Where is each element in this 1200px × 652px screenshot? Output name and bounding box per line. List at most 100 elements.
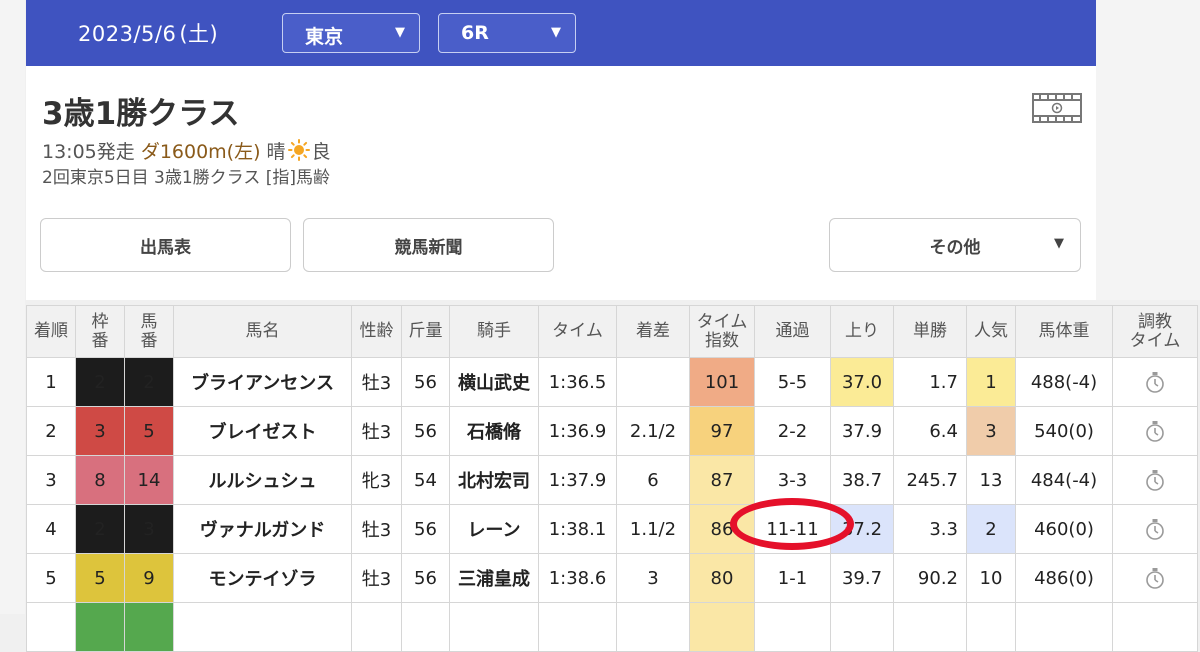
jockey-link[interactable]: 石橋脩 bbox=[449, 406, 539, 456]
margin-cell: 3 bbox=[616, 553, 690, 603]
margin-cell: 1.1/2 bbox=[616, 504, 690, 554]
index-cell: 97 bbox=[689, 406, 755, 456]
col-weight[interactable]: 斤量 bbox=[401, 305, 450, 358]
table-row: 1 2 2 ブライアンセンス 牡3 56 横山武史 1:36.5 101 5-5… bbox=[26, 357, 1198, 407]
last-cell: 39.7 bbox=[830, 553, 894, 603]
passing-cell: 5-5 bbox=[754, 357, 831, 407]
rank-cell: 4 bbox=[26, 504, 76, 554]
umaban-cell: 2 bbox=[124, 357, 174, 407]
waku-cell bbox=[75, 602, 125, 652]
jockey-link[interactable]: レーン bbox=[449, 504, 539, 554]
waku-cell: 2 bbox=[75, 357, 125, 407]
sunny-weather-icon bbox=[287, 139, 310, 161]
training-cell[interactable] bbox=[1112, 504, 1198, 554]
weather-label: 晴 bbox=[266, 141, 286, 163]
stopwatch-icon bbox=[1146, 470, 1164, 491]
rank-cell: 2 bbox=[26, 406, 76, 456]
race-date: 2023/5/6 (土) bbox=[78, 18, 218, 48]
col-waku[interactable]: 枠 番 bbox=[75, 305, 125, 358]
others-dropdown[interactable]: その他 ▼ bbox=[829, 218, 1081, 272]
stopwatch-icon bbox=[1146, 421, 1164, 442]
track-condition: 良 bbox=[311, 141, 331, 163]
waku-cell: 8 bbox=[75, 455, 125, 505]
time-cell: 1:37.9 bbox=[538, 455, 617, 505]
horse-name-link[interactable]: ブレイゼスト bbox=[173, 406, 352, 456]
empty-cell bbox=[616, 602, 690, 652]
margin-cell: 2.1/2 bbox=[616, 406, 690, 456]
col-body[interactable]: 馬体重 bbox=[1015, 305, 1113, 358]
race-number-select[interactable]: 6R ▼ bbox=[438, 13, 576, 53]
training-cell[interactable] bbox=[1112, 553, 1198, 603]
waku-cell: 5 bbox=[75, 553, 125, 603]
jockey-link[interactable]: 北村宏司 bbox=[449, 455, 539, 505]
horse-name-link[interactable]: ヴァナルガンド bbox=[173, 504, 352, 554]
col-training[interactable]: 調教 タイム bbox=[1112, 305, 1198, 358]
col-passing[interactable]: 通過 bbox=[754, 305, 831, 358]
index-cell bbox=[689, 602, 755, 652]
col-rank[interactable]: 着順 bbox=[26, 305, 76, 358]
sexage-cell: 牡3 bbox=[351, 504, 402, 554]
jockey-link[interactable]: 横山武史 bbox=[449, 357, 539, 407]
col-pop[interactable]: 人気 bbox=[966, 305, 1016, 358]
pop-cell: 10 bbox=[966, 553, 1016, 603]
passing-cell: 2-2 bbox=[754, 406, 831, 456]
weight-cell: 56 bbox=[401, 553, 450, 603]
col-jockey[interactable]: 騎手 bbox=[449, 305, 539, 358]
training-cell[interactable] bbox=[1112, 406, 1198, 456]
rank-cell: 3 bbox=[26, 455, 76, 505]
entries-button[interactable]: 出馬表 bbox=[40, 218, 291, 272]
col-margin[interactable]: 着差 bbox=[616, 305, 690, 358]
caret-down-icon: ▼ bbox=[551, 25, 561, 40]
training-cell[interactable] bbox=[1112, 455, 1198, 505]
col-index[interactable]: タイム 指数 bbox=[689, 305, 755, 358]
table-row: 3 8 14 ルルシュシュ 牝3 54 北村宏司 1:37.9 6 87 3-3… bbox=[26, 455, 1198, 505]
col-horse[interactable]: 馬名 bbox=[173, 305, 352, 358]
last-cell: 38.7 bbox=[830, 455, 894, 505]
empty-cell bbox=[966, 602, 1016, 652]
rank-cell: 1 bbox=[26, 357, 76, 407]
red-highlight-circle bbox=[730, 498, 854, 550]
caret-down-icon: ▼ bbox=[395, 25, 405, 40]
course-distance: ダ1600m(左) bbox=[140, 141, 261, 163]
sexage-cell: 牝3 bbox=[351, 455, 402, 505]
page-margin-left bbox=[0, 0, 25, 614]
stopwatch-icon bbox=[1146, 519, 1164, 540]
col-odds[interactable]: 単勝 bbox=[893, 305, 967, 358]
time-cell: 1:38.6 bbox=[538, 553, 617, 603]
last-cell: 37.0 bbox=[830, 357, 894, 407]
time-cell: 1:36.5 bbox=[538, 357, 617, 407]
margin-cell bbox=[616, 357, 690, 407]
last-cell: 37.9 bbox=[830, 406, 894, 456]
stopwatch-icon bbox=[1146, 372, 1164, 393]
umaban-cell: 5 bbox=[124, 406, 174, 456]
table-row: 2 3 5 ブレイゼスト 牡3 56 石橋脩 1:36.9 2.1/2 97 2… bbox=[26, 406, 1198, 456]
newspaper-button[interactable]: 競馬新聞 bbox=[303, 218, 554, 272]
venue-select-value: 東京 bbox=[305, 26, 344, 48]
table-row: 4 2 3 ヴァナルガンド 牡3 56 レーン 1:38.1 1.1/2 86 … bbox=[26, 504, 1198, 554]
odds-cell: 6.4 bbox=[893, 406, 967, 456]
race-conditions: 13:05発走 ダ1600m(左) 晴 良 bbox=[42, 137, 331, 164]
empty-cell bbox=[1112, 602, 1198, 652]
weight-cell: 56 bbox=[401, 357, 450, 407]
empty-cell bbox=[351, 602, 402, 652]
venue-select[interactable]: 東京 ▼ bbox=[282, 13, 420, 53]
horse-name-link[interactable]: ルルシュシュ bbox=[173, 455, 352, 505]
empty-cell bbox=[754, 602, 831, 652]
body-weight-cell: 540(0) bbox=[1015, 406, 1113, 456]
col-last[interactable]: 上り bbox=[830, 305, 894, 358]
horse-name-link[interactable]: ブライアンセンス bbox=[173, 357, 352, 407]
race-weekday: (土) bbox=[179, 22, 219, 46]
col-sexage[interactable]: 性齢 bbox=[351, 305, 402, 358]
table-row-partial bbox=[26, 602, 1198, 652]
horse-name-link[interactable]: モンテイゾラ bbox=[173, 553, 352, 603]
rank-cell: 5 bbox=[26, 553, 76, 603]
col-time[interactable]: タイム bbox=[538, 305, 617, 358]
video-replay-icon[interactable] bbox=[1032, 93, 1082, 123]
sexage-cell: 牡3 bbox=[351, 357, 402, 407]
sexage-cell: 牡3 bbox=[351, 553, 402, 603]
pop-cell: 13 bbox=[966, 455, 1016, 505]
col-umaban[interactable]: 馬 番 bbox=[124, 305, 174, 358]
training-cell[interactable] bbox=[1112, 357, 1198, 407]
jockey-link[interactable]: 三浦皇成 bbox=[449, 553, 539, 603]
race-meta: 2回東京5日目 3歳1勝クラス [指]馬齢 bbox=[42, 168, 330, 188]
